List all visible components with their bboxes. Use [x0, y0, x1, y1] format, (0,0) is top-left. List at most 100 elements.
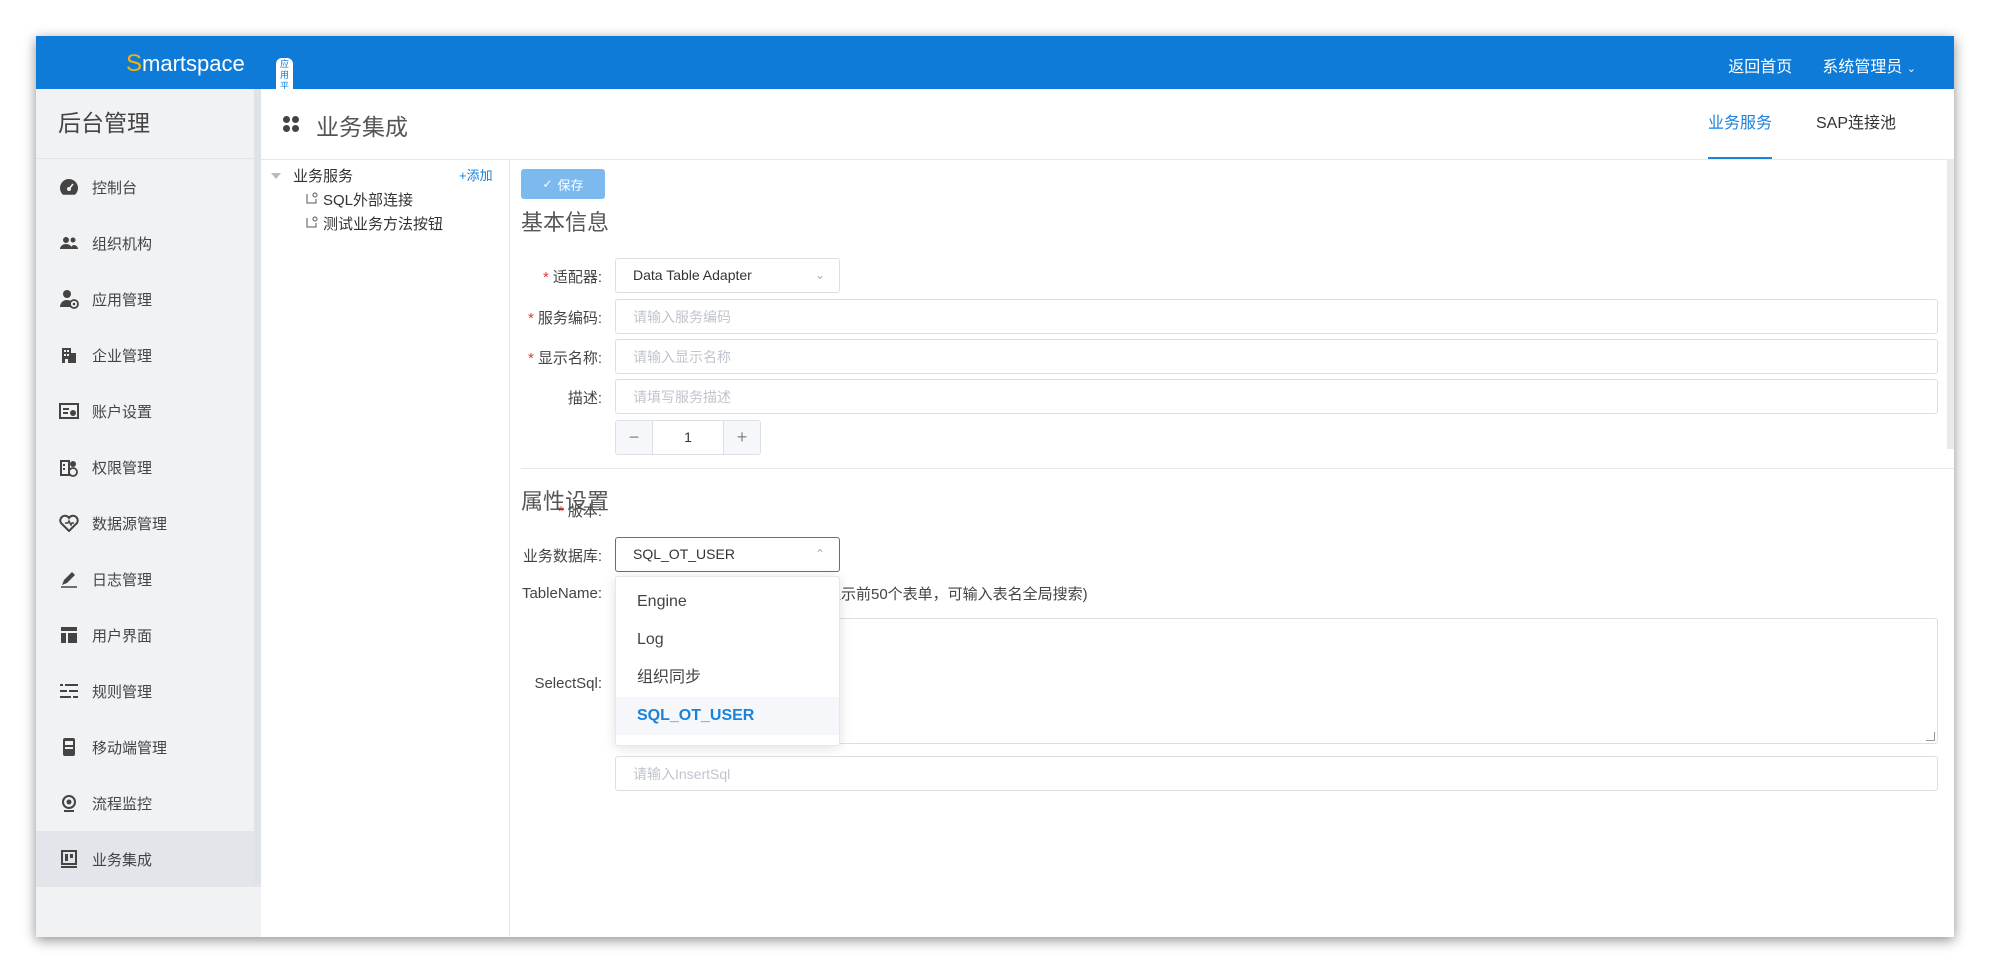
log-icon — [58, 570, 80, 588]
tablename-label: TableName: — [521, 585, 602, 602]
sidebar-item-enterprise[interactable]: 企业管理 — [36, 327, 261, 383]
adapter-value: Data Table Adapter — [633, 267, 752, 283]
tree-root[interactable]: 业务服务 — [271, 165, 353, 186]
sidebar-title: 后台管理 — [36, 89, 261, 159]
logo-text: martspace — [142, 51, 245, 76]
save-button-label: 保存 — [557, 177, 584, 193]
sidebar-item-label: 控制台 — [92, 179, 138, 197]
increment-button[interactable]: + — [724, 421, 760, 454]
logo-initial: S — [126, 50, 143, 77]
sidebar-item-label: 流程监控 — [92, 795, 153, 813]
main-content: 业务集成 业务服务 SAP连接池 业务服务 +添加 SQL外部连接 测试业务方法… — [261, 89, 1954, 937]
section-divider — [521, 468, 1954, 469]
sidebar-item-label: 日志管理 — [92, 571, 153, 589]
home-link[interactable]: 返回首页 — [1728, 53, 1792, 77]
display-name-label: * 显示名称: — [527, 350, 602, 367]
caret-down-icon[interactable] — [271, 172, 281, 179]
layout-icon — [58, 626, 80, 644]
integration-icon — [58, 850, 80, 868]
sidebar-item-label: 规则管理 — [92, 683, 153, 701]
sidebar-scrollbar[interactable] — [254, 89, 261, 884]
chevron-up-icon: ⌃ — [814, 547, 825, 561]
app-window: Smartspace 应用平台 返回首页 系统管理员 ⌄ 后台管理 控制台 组织… — [36, 36, 1954, 937]
basic-info-heading: 基本信息 — [521, 210, 610, 235]
form-scrollbar[interactable] — [1947, 159, 1954, 449]
mobile-icon — [58, 738, 80, 756]
tree-root-label: 业务服务 — [293, 168, 354, 185]
user-menu-label: 系统管理员 — [1822, 59, 1903, 76]
tree-node-label: SQL外部连接 — [323, 192, 414, 209]
page-title: 业务集成 — [282, 108, 408, 142]
sidebar-item-mobile[interactable]: 移动端管理 — [36, 719, 261, 775]
sidebar-item-label: 用户界面 — [92, 627, 153, 645]
selectsql-label: SelectSql: — [534, 675, 602, 692]
service-code-label: * 服务编码: — [527, 310, 602, 327]
sidebar-item-permission[interactable]: 权限管理 — [36, 439, 261, 495]
sidebar-item-label: 账户设置 — [92, 403, 153, 421]
top-navbar: Smartspace 应用平台 返回首页 系统管理员 ⌄ — [36, 36, 1954, 104]
dropdown-option-selected[interactable]: SQL_OT_USER — [616, 697, 839, 735]
add-service-link[interactable]: +添加 — [459, 165, 493, 184]
check-icon: ✓ — [542, 177, 553, 191]
sidebar-item-organization[interactable]: 组织机构 — [36, 215, 261, 271]
attribute-settings-heading: 属性设置 — [521, 489, 610, 514]
database-select[interactable]: SQL_OT_USER ⌃ — [615, 537, 840, 572]
datasource-icon — [58, 514, 80, 532]
tab-business-service[interactable]: 业务服务 — [1686, 89, 1794, 159]
sidebar-item-label: 企业管理 — [92, 347, 153, 365]
sidebar-item-label: 权限管理 — [92, 459, 153, 477]
dropdown-option[interactable]: Log — [616, 621, 839, 659]
page-header: 业务集成 业务服务 SAP连接池 — [261, 89, 1954, 160]
sidebar-item-label: 数据源管理 — [92, 515, 168, 533]
adapter-select[interactable]: Data Table Adapter ⌄ — [615, 258, 840, 293]
rules-icon — [58, 682, 80, 700]
adapter-label-text: 适配器: — [552, 269, 602, 286]
app-settings-icon — [58, 290, 80, 309]
grid-dots-icon — [282, 112, 300, 139]
logo: Smartspace 应用平台 — [126, 50, 294, 104]
save-button[interactable]: ✓ 保存 — [521, 169, 605, 199]
sidebar-item-label: 组织机构 — [92, 235, 153, 253]
permission-icon — [58, 458, 80, 477]
dashboard-icon — [58, 178, 80, 196]
tab-sap-pool[interactable]: SAP连接池 — [1794, 89, 1918, 159]
service-code-input[interactable] — [615, 299, 1938, 334]
sidebar-item-label: 移动端管理 — [92, 739, 168, 757]
tree-node-label: 测试业务方法按钮 — [323, 216, 444, 233]
dropdown-option[interactable]: Engine — [616, 583, 839, 621]
version-value[interactable]: 1 — [652, 421, 724, 454]
description-input[interactable] — [615, 379, 1938, 414]
sidebar-item-process-monitor[interactable]: 流程监控 — [36, 775, 261, 831]
sidebar-item-ui[interactable]: 用户界面 — [36, 607, 261, 663]
sidebar-item-dashboard[interactable]: 控制台 — [36, 159, 261, 215]
decrement-button[interactable]: − — [616, 421, 652, 454]
users-icon — [58, 234, 80, 252]
chevron-down-icon: ⌄ — [814, 268, 825, 282]
sidebar-item-integration[interactable]: 业务集成 — [36, 831, 261, 887]
sidebar-item-logs[interactable]: 日志管理 — [36, 551, 261, 607]
insertsql-input[interactable] — [615, 756, 1938, 791]
sidebar-item-label: 应用管理 — [92, 291, 153, 309]
service-form: ✓ 保存 基本信息 * 适配器: Data Table Adapter ⌄ * 服务… — [510, 159, 1954, 937]
dropdown-option[interactable]: 组织同步 — [616, 659, 839, 697]
page-title-text: 业务集成 — [316, 114, 408, 140]
database-value: SQL_OT_USER — [633, 546, 735, 562]
resize-handle[interactable] — [1926, 732, 1935, 741]
monitor-icon — [58, 794, 80, 812]
sidebar-item-datasource[interactable]: 数据源管理 — [36, 495, 261, 551]
tree-node[interactable]: 测试业务方法按钮 — [306, 213, 443, 234]
account-icon — [58, 402, 80, 420]
building-icon — [58, 346, 80, 364]
external-link-icon — [306, 215, 318, 232]
version-stepper[interactable]: − 1 + — [615, 420, 761, 455]
user-menu[interactable]: 系统管理员 ⌄ — [1822, 53, 1916, 77]
database-label: 业务数据库: — [522, 548, 602, 565]
display-name-input[interactable] — [615, 339, 1938, 374]
tree-node[interactable]: SQL外部连接 — [306, 189, 413, 210]
database-dropdown: Engine Log 组织同步 SQL_OT_USER — [615, 576, 840, 746]
sidebar-item-label: 业务集成 — [92, 851, 153, 869]
adapter-label: * 适配器: — [542, 269, 602, 286]
sidebar-item-account[interactable]: 账户设置 — [36, 383, 261, 439]
sidebar-item-rules[interactable]: 规则管理 — [36, 663, 261, 719]
sidebar-item-apps[interactable]: 应用管理 — [36, 271, 261, 327]
